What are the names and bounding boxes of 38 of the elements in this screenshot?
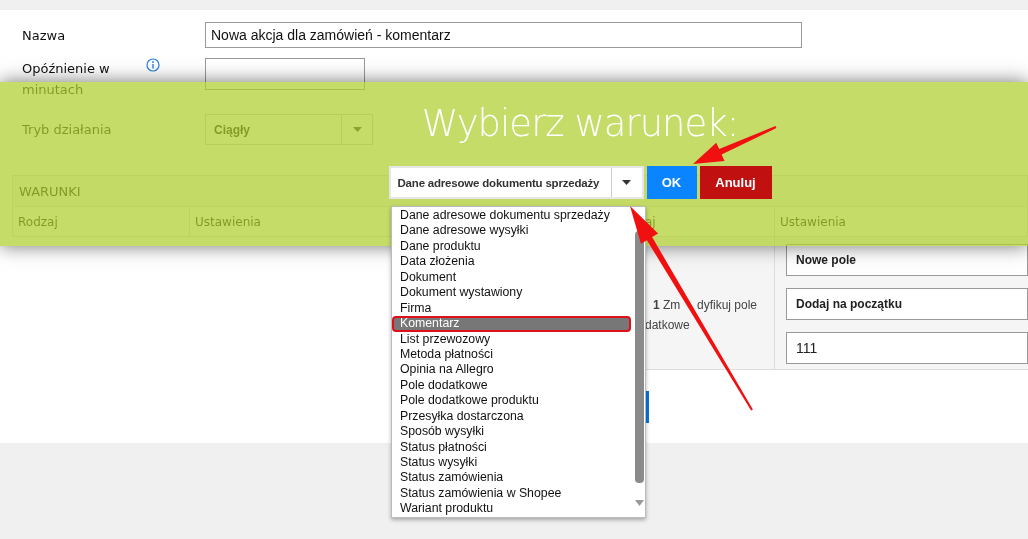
dialog-title: Wybierz warunek: (421, 102, 739, 145)
scroll-down-icon[interactable] (634, 500, 644, 506)
dropdown-option[interactable]: Data złożenia (392, 254, 631, 270)
dropdown-option[interactable]: Opinia na Allegro (392, 362, 631, 378)
scrollbar[interactable] (633, 207, 645, 517)
delay-label: Opóźnienie w minutach (22, 60, 111, 99)
dropdown-option[interactable]: Komentarz (392, 316, 631, 332)
ok-button[interactable]: OK (646, 166, 697, 199)
caret-icon (622, 180, 631, 185)
dropdown-option[interactable]: List przewozowy (392, 331, 631, 347)
dropdown-option[interactable]: Status zamówienia w Shopee (392, 485, 631, 502)
dropdown-option[interactable]: Status zamówienia (392, 470, 631, 486)
dropdown-option[interactable]: Przesyłka dostarczona (392, 408, 631, 425)
dropdown-option[interactable]: Dokument (392, 269, 631, 286)
setting-select[interactable]: Nowe pole (786, 244, 1028, 276)
dropdown-option[interactable]: Status płatności (392, 439, 631, 455)
action-text: datkowe (645, 317, 691, 334)
dropdown-option[interactable]: Dane adresowe wysyłki (392, 223, 631, 239)
dropdown-option[interactable]: Dane adresowe dokumentu sprzedaży (392, 208, 631, 224)
mode-label: Tryb działania (22, 121, 113, 139)
dropdown-option[interactable]: Wariant produktu (392, 501, 631, 517)
action-text: 1 Zm (653, 297, 682, 314)
info-icon[interactable] (146, 58, 160, 72)
value-input[interactable]: 111 (786, 332, 1028, 364)
dropdown-option[interactable]: Pole dodatkowe (392, 377, 631, 394)
dropdown-option[interactable]: Firma (392, 300, 631, 317)
dropdown-option[interactable]: Metoda płatności (392, 346, 631, 363)
name-input[interactable]: Nowa akcja dla zamówień - komentarz (205, 22, 802, 48)
cancel-button[interactable]: Anuluj (699, 166, 772, 199)
dropdown-option[interactable]: Dokument wystawiony (392, 285, 631, 301)
action-text: dyfikuj pole (697, 297, 758, 314)
setting-select[interactable]: Dodaj na początku (786, 288, 1028, 320)
dropdown-option[interactable]: Dane produktu (392, 238, 631, 255)
name-label: Nazwa (22, 26, 67, 45)
dropdown-option[interactable]: Status wysyłki (392, 455, 631, 471)
condition-select[interactable]: Dane adresowe dokumentu sprzedaży (388, 166, 644, 199)
dropdown-option[interactable]: Pole dodatkowe produktu (392, 393, 631, 409)
dropdown-option[interactable]: Sposób wysyłki (392, 424, 631, 440)
